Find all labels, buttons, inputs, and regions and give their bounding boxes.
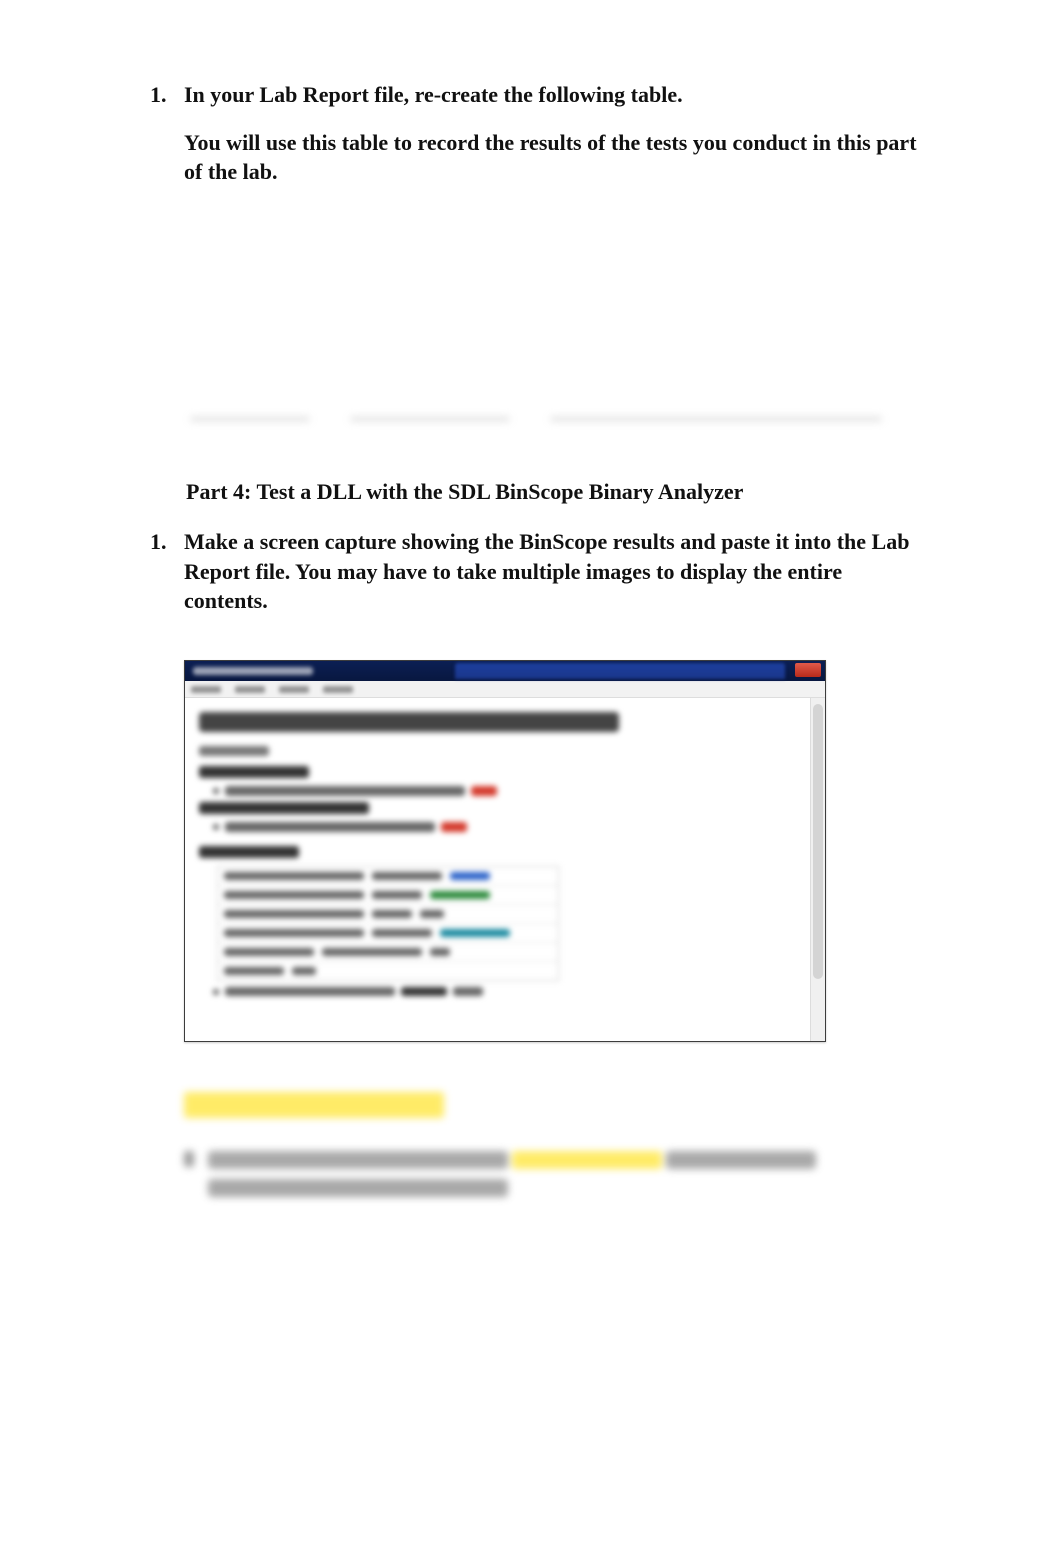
window-content <box>185 698 825 1041</box>
menu-item-blur <box>323 686 353 693</box>
window-menubar <box>185 681 825 698</box>
list-body: Make a screen capture showing the BinSco… <box>184 527 922 634</box>
spacer <box>150 301 922 371</box>
report-section-heading-blur <box>199 766 309 778</box>
highlight-span-blur <box>512 1151 662 1169</box>
vertical-scrollbar[interactable] <box>810 698 825 1041</box>
report-title-blur <box>199 712 619 732</box>
ordered-list-item: 1. In your Lab Report file, re-create th… <box>150 80 922 205</box>
ordered-list-item: 1. Make a screen capture showing the Bin… <box>150 527 922 634</box>
blurred-next-section <box>184 1092 824 1207</box>
list-number-blur <box>184 1151 194 1167</box>
window-title-blur <box>193 667 313 675</box>
document-page: 1. In your Lab Report file, re-create th… <box>0 0 1062 1556</box>
blurred-list-item <box>184 1151 824 1207</box>
menu-item-blur <box>279 686 309 693</box>
list-number: 1. <box>150 527 184 557</box>
menu-item-blur <box>235 686 265 693</box>
menu-item-blur <box>191 686 221 693</box>
report-section-heading-blur <box>199 802 369 814</box>
binscope-screenshot-window <box>184 660 826 1042</box>
section-heading: Part 4: Test a DLL with the SDL BinScope… <box>186 479 922 505</box>
list-body: In your Lab Report file, re-create the f… <box>184 80 922 205</box>
report-subtitle-blur <box>199 746 269 756</box>
close-icon[interactable] <box>795 663 821 677</box>
window-tab-blur <box>455 663 785 679</box>
blurred-table-row <box>190 401 882 437</box>
instruction-text: In your Lab Report file, re-create the f… <box>184 80 922 110</box>
scrollbar-thumb[interactable] <box>813 704 823 978</box>
list-number: 1. <box>150 80 184 110</box>
report-bullet <box>213 786 815 796</box>
spacer <box>150 231 922 301</box>
report-footer-line-blur <box>213 987 815 996</box>
instruction-text: Make a screen capture showing the BinSco… <box>184 527 922 616</box>
instruction-text: You will use this table to record the re… <box>184 128 922 187</box>
report-bullet <box>213 822 815 832</box>
window-titlebar <box>185 661 825 681</box>
report-detail-table-blur <box>217 866 559 981</box>
report-section-heading-blur <box>199 846 299 858</box>
highlighted-heading-blur <box>184 1092 444 1118</box>
